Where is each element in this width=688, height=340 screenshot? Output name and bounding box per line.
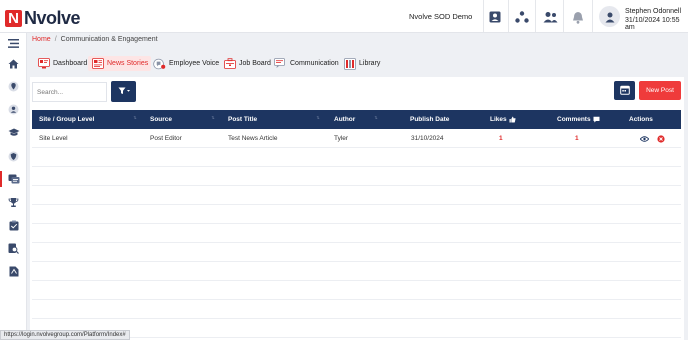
- voice-icon: [153, 58, 166, 70]
- comments-count-link[interactable]: 1: [575, 129, 579, 148]
- cell-post-title[interactable]: Test News Article: [228, 129, 278, 148]
- home-icon[interactable]: [0, 54, 27, 74]
- empty-table-row: [32, 262, 681, 281]
- top-bar: N Nvolve Nvolve SOD Demo Stephen Odonnel…: [0, 0, 688, 33]
- empty-table-row: [32, 243, 681, 262]
- column-header-source[interactable]: Source: [150, 110, 172, 129]
- network-icon[interactable]: [513, 8, 531, 26]
- breadcrumb-home[interactable]: Home: [32, 36, 51, 43]
- tab-label: Communication: [290, 60, 339, 67]
- view-icon[interactable]: [640, 129, 649, 148]
- avatar[interactable]: [599, 6, 620, 27]
- shield-icon[interactable]: [0, 146, 27, 166]
- empty-table-row: [32, 281, 681, 300]
- divider: [563, 0, 564, 32]
- news-icon[interactable]: [0, 169, 27, 189]
- tab-dashboard[interactable]: Dashboard: [34, 56, 90, 71]
- tab-employee-voice[interactable]: Employee Voice: [150, 56, 222, 71]
- tab-label: Employee Voice: [169, 60, 220, 67]
- cell-publish-date: 31/10/2024: [411, 135, 444, 142]
- empty-table-row: [32, 205, 681, 224]
- divider: [592, 0, 593, 32]
- nvolve-logo[interactable]: N Nvolve: [5, 8, 81, 29]
- clipboard-icon[interactable]: [0, 215, 27, 235]
- logo-mark: N: [5, 10, 22, 27]
- likes-label: Likes: [490, 116, 507, 123]
- column-header-likes[interactable]: Likes: [490, 110, 516, 129]
- empty-table-row: [32, 186, 681, 205]
- status-url: https://login.nvolvegroup.com/Platform/I…: [0, 330, 130, 340]
- chat-icon: [274, 58, 287, 70]
- search-doc-icon[interactable]: [0, 238, 27, 258]
- tab-label: News Stories: [107, 60, 149, 67]
- user-datetime: 31/10/2024 10:55 am: [625, 17, 680, 31]
- breadcrumb-current: Communication & Engagement: [60, 36, 158, 43]
- empty-table-row: [32, 300, 681, 319]
- sort-icon[interactable]: ↑↓: [316, 115, 320, 121]
- sidebar: [0, 33, 27, 340]
- tab-library[interactable]: Library: [340, 56, 383, 71]
- dashboard-icon: [37, 58, 50, 70]
- job-icon: [223, 58, 236, 70]
- column-header-publish-date[interactable]: Publish Date: [410, 110, 449, 129]
- cell-author: Tyler: [334, 135, 349, 142]
- column-header-actions: Actions: [629, 116, 653, 123]
- table-header: Site / Group Level ↑↓ Source ↑↓ Post Tit…: [32, 110, 681, 129]
- sort-icon[interactable]: ↑↓: [374, 115, 378, 121]
- breadcrumb: Home / Communication & Engagement: [32, 36, 158, 43]
- tab-label: Job Board: [239, 60, 271, 67]
- pdf-icon[interactable]: [0, 261, 27, 281]
- trophy-icon[interactable]: [0, 192, 27, 212]
- column-header-author[interactable]: Author: [334, 110, 355, 129]
- likes-count-link[interactable]: 1: [499, 129, 503, 148]
- breadcrumb-separator: /: [54, 36, 57, 43]
- delete-icon[interactable]: [657, 129, 665, 148]
- search-input[interactable]: [32, 82, 107, 102]
- users-icon[interactable]: [541, 8, 559, 26]
- tab-label: Library: [359, 60, 381, 67]
- divider: [508, 0, 509, 32]
- empty-table-row: [32, 167, 681, 186]
- thumbs-up-icon: [509, 116, 516, 123]
- bell-icon[interactable]: [569, 8, 587, 26]
- library-icon: [343, 57, 356, 70]
- divider: [535, 0, 536, 32]
- tab-job-board[interactable]: Job Board: [220, 56, 274, 71]
- filter-button[interactable]: [111, 81, 136, 102]
- news-icon: [91, 58, 104, 70]
- tab-communication[interactable]: Communication: [271, 56, 342, 71]
- graduation-icon[interactable]: [0, 122, 27, 142]
- tab-label: Dashboard: [53, 60, 88, 67]
- cell-source: Post Editor: [150, 135, 182, 142]
- new-post-button[interactable]: New Post: [639, 81, 681, 100]
- logo-wordmark: Nvolve: [24, 8, 81, 28]
- profile-icon[interactable]: [0, 99, 27, 119]
- menu-icon[interactable]: [0, 33, 27, 53]
- user-card-icon[interactable]: [486, 8, 504, 26]
- column-header-site[interactable]: Site / Group Level: [39, 110, 94, 129]
- table-row[interactable]: Site Level Post Editor Test News Article…: [32, 129, 681, 148]
- sort-icon[interactable]: ↑↓: [211, 115, 215, 121]
- user-name[interactable]: Stephen Odonnell: [625, 8, 681, 15]
- column-header-post-title[interactable]: Post Title: [228, 110, 257, 129]
- cell-site: Site Level: [39, 135, 68, 142]
- location-icon[interactable]: [0, 76, 27, 96]
- comment-icon: [593, 116, 600, 123]
- calendar-button[interactable]: [614, 81, 635, 100]
- sort-icon[interactable]: ↑↓: [133, 115, 137, 121]
- divider: [483, 0, 484, 32]
- empty-table-row: [32, 148, 681, 167]
- comments-label: Comments: [557, 116, 591, 123]
- empty-table-row: [32, 224, 681, 243]
- calendar-icon: [619, 85, 630, 97]
- org-name: Nvolve SOD Demo: [409, 12, 473, 21]
- tab-news-stories[interactable]: News Stories: [88, 56, 152, 71]
- column-header-comments[interactable]: Comments: [557, 110, 600, 129]
- filter-icon: [118, 87, 130, 97]
